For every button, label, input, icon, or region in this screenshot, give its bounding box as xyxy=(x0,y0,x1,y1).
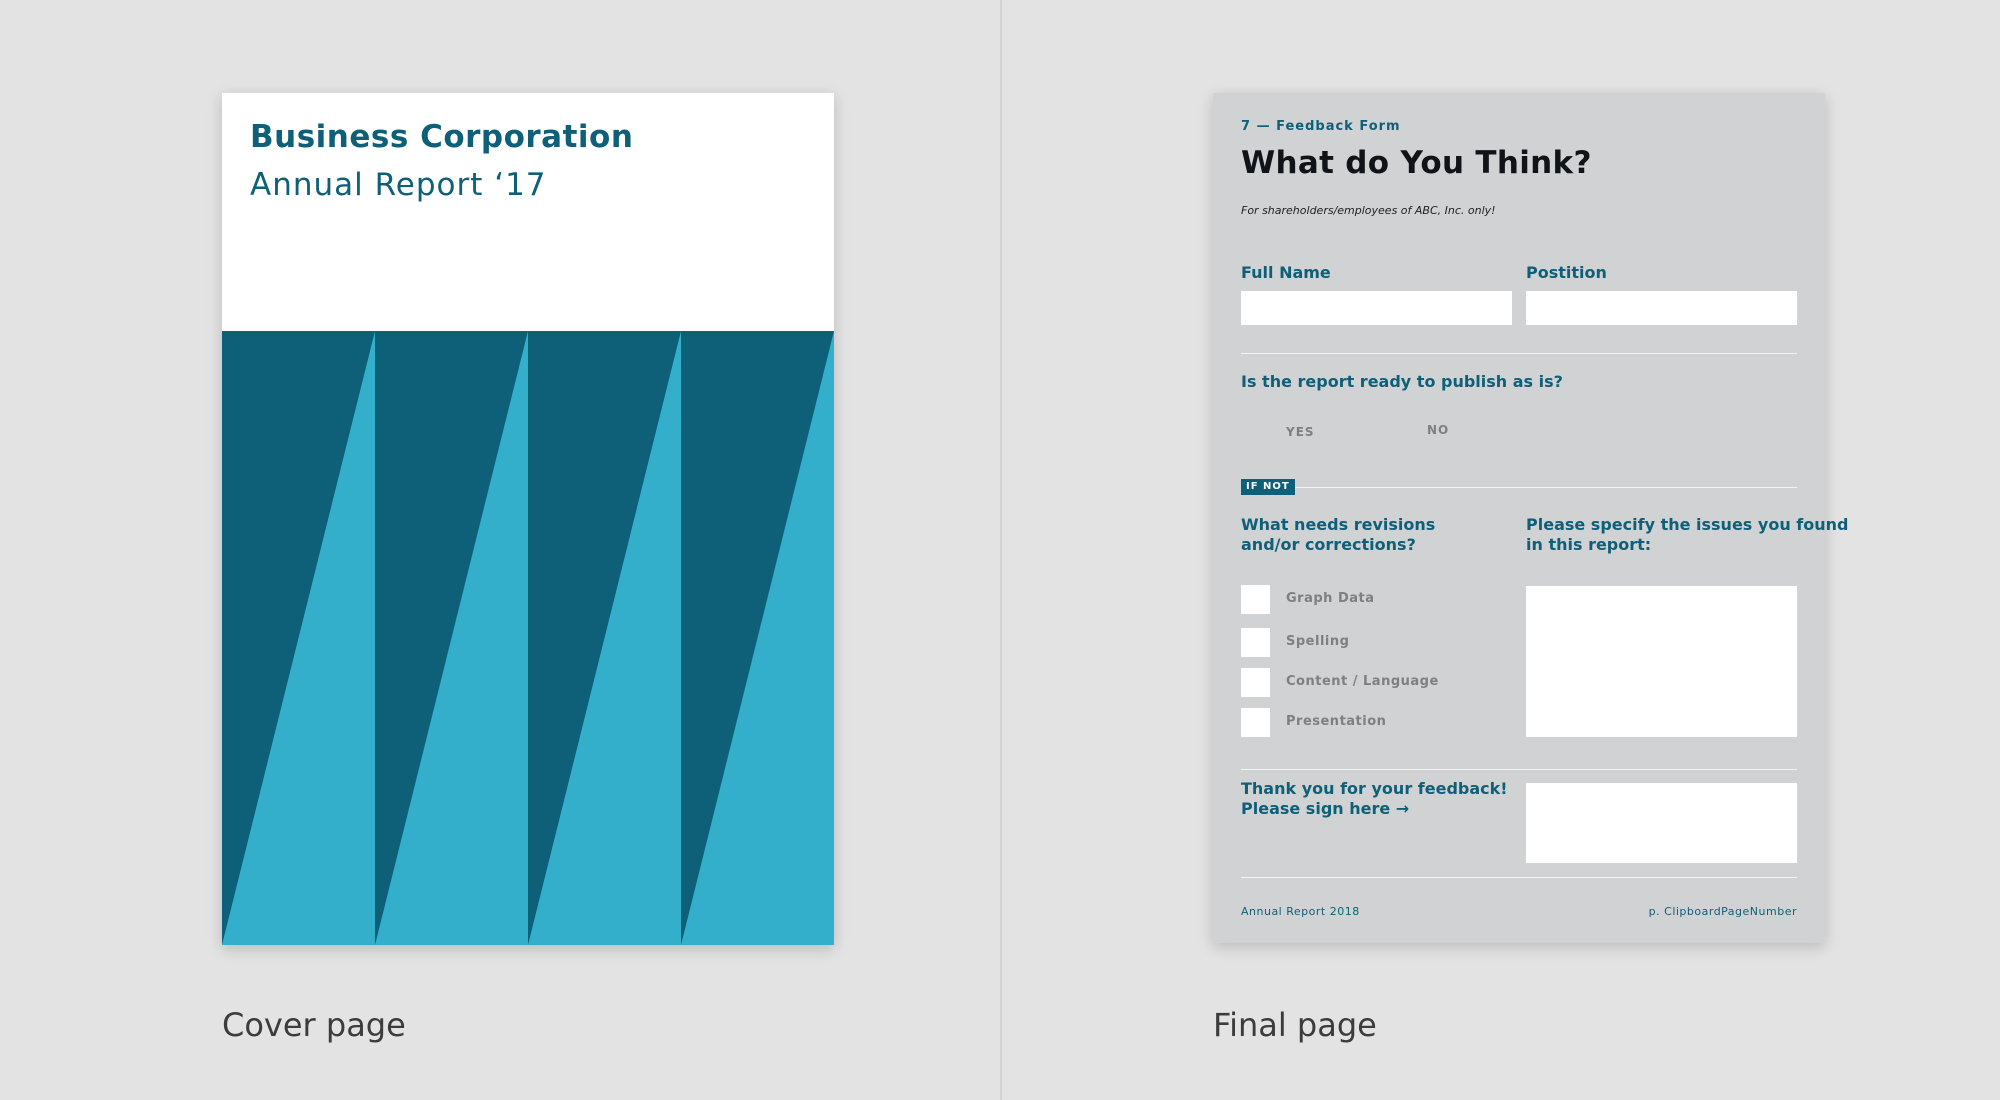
company-name: Business Corporation xyxy=(250,119,634,155)
checkbox-spelling[interactable] xyxy=(1241,628,1270,657)
position-field[interactable] xyxy=(1526,291,1797,325)
thanks-text-line1: Thank you for your feedback! xyxy=(1241,779,1508,798)
option-no[interactable]: NO xyxy=(1427,423,1449,437)
checkbox-content-language[interactable] xyxy=(1241,668,1270,697)
checkbox-label: Graph Data xyxy=(1286,591,1375,606)
final-caption: Final page xyxy=(1213,1006,1377,1044)
revisions-label-line2: and/or corrections? xyxy=(1241,535,1416,554)
issues-textarea[interactable] xyxy=(1526,586,1797,737)
checkbox-label: Content / Language xyxy=(1286,674,1439,689)
section-rule xyxy=(1241,353,1797,354)
page-divider xyxy=(1000,0,1002,1100)
report-subtitle: Annual Report ‘17 xyxy=(250,167,547,203)
issues-label-line2: in this report: xyxy=(1526,535,1652,554)
publish-question: Is the report ready to publish as is? xyxy=(1241,372,1563,391)
issues-label-line1: Please specify the issues you found xyxy=(1526,515,1849,534)
form-note: For shareholders/employees of ABC, Inc. … xyxy=(1241,204,1496,217)
if-not-rule xyxy=(1295,487,1797,488)
checkbox-label: Presentation xyxy=(1286,714,1387,729)
full-name-field[interactable] xyxy=(1241,291,1512,325)
checkbox-graph-data[interactable] xyxy=(1241,585,1270,614)
cover-page: Business Corporation Annual Report ‘17 xyxy=(222,93,834,945)
thanks-text-line2: Please sign here → xyxy=(1241,799,1410,818)
if-not-badge: IF NOT xyxy=(1241,479,1295,495)
section-rule xyxy=(1241,769,1797,770)
cover-pattern xyxy=(222,331,834,945)
form-title: What do You Think? xyxy=(1241,145,1592,181)
footer-rule xyxy=(1241,877,1797,878)
option-yes[interactable]: YES xyxy=(1286,425,1315,439)
checkbox-presentation[interactable] xyxy=(1241,708,1270,737)
feedback-form-page: 7 — Feedback Form What do You Think? For… xyxy=(1213,93,1848,943)
signature-field[interactable] xyxy=(1526,783,1797,863)
cover-caption: Cover page xyxy=(222,1006,406,1044)
checkbox-label: Spelling xyxy=(1286,634,1350,649)
position-label: Postition xyxy=(1526,263,1607,282)
revisions-label-line1: What needs revisions xyxy=(1241,515,1436,534)
footer-left: Annual Report 2018 xyxy=(1241,905,1360,918)
footer-page-number: p. ClipboardPageNumber xyxy=(1648,905,1797,918)
full-name-label: Full Name xyxy=(1241,263,1331,282)
section-heading: 7 — Feedback Form xyxy=(1241,119,1401,134)
